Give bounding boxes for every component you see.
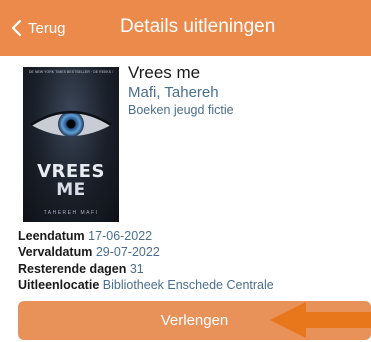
location-row: Uitleenlocatie Bibliotheek Enschede Cent… bbox=[18, 278, 274, 292]
renew-button-label: Verlengen bbox=[160, 312, 229, 329]
due-date-value: 29-07-2022 bbox=[95, 245, 160, 259]
days-left-value: 31 bbox=[129, 262, 144, 276]
loan-date-label: Leendatum bbox=[18, 229, 85, 243]
location-label: Uitleenlocatie bbox=[18, 278, 100, 292]
back-label: Terug bbox=[28, 19, 66, 37]
cover-top-line: DE NEW YORK TIMES BESTSELLER · DE REEKS … bbox=[29, 70, 113, 74]
due-date-row: Vervaldatum 29-07-2022 bbox=[18, 245, 160, 259]
cover-title-line-2: ME bbox=[56, 180, 86, 200]
location-value: Bibliotheek Enschede Centrale bbox=[102, 278, 274, 292]
days-left-row: Resterende dagen 31 bbox=[18, 262, 144, 276]
back-button[interactable]: Terug bbox=[10, 14, 66, 42]
book-author: Mafi, Tahereh bbox=[128, 84, 219, 101]
days-left-label: Resterende dagen bbox=[18, 262, 127, 276]
book-cover: DE NEW YORK TIMES BESTSELLER · DE REEKS … bbox=[23, 67, 119, 222]
chevron-left-icon bbox=[11, 19, 22, 37]
book-title: Vrees me bbox=[128, 63, 201, 82]
book-category: Boeken jeugd fictie bbox=[128, 103, 234, 117]
due-date-label: Vervaldatum bbox=[18, 245, 93, 259]
arrow-left-icon bbox=[270, 302, 371, 338]
page-title: Details uitleningen bbox=[120, 16, 276, 37]
cover-eye-image bbox=[30, 110, 112, 137]
cover-title-line-1: VREES bbox=[37, 161, 105, 182]
nav-bar: Terug Details uitleningen bbox=[0, 0, 371, 56]
loan-date-value: 17-06-2022 bbox=[88, 229, 153, 243]
cover-author: TAHEREH MAFI bbox=[43, 210, 99, 216]
loan-date-row: Leendatum 17-06-2022 bbox=[18, 229, 152, 243]
